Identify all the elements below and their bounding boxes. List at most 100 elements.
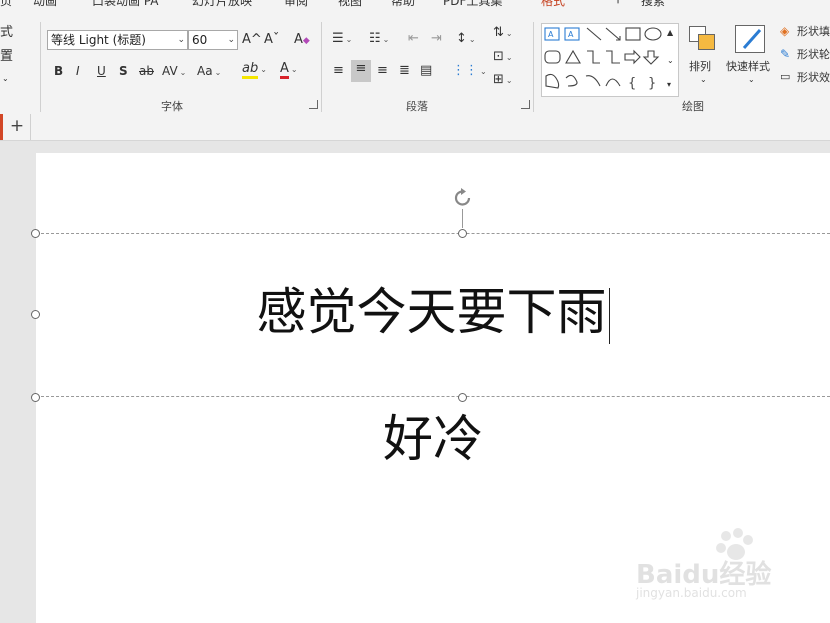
strikethrough-button[interactable]: ab [139,62,154,80]
subtitle-placeholder[interactable]: 好冷 [36,405,830,473]
line-spacing-button[interactable]: ↕ ⌄ [456,30,476,49]
chevron-down-icon[interactable]: ⌄ [700,71,707,89]
resize-handle-bottom-middle[interactable] [458,393,467,402]
align-center-button[interactable]: ≡ [351,60,371,82]
tab-help[interactable]: 帮助 [391,0,415,9]
scroll-down-icon[interactable]: ⌄ [667,52,674,70]
chevron-down-icon[interactable]: ⌄ [180,68,187,77]
change-case-label: Aa [197,64,213,78]
shapes-gallery[interactable]: A A { } [541,23,667,97]
columns-button[interactable]: ⋮⋮ ⌄ [452,62,487,81]
tab-review[interactable]: 审阅 [284,0,308,9]
smartart-icon: ⊞ [493,72,504,87]
font-size-combo[interactable]: 60 ⌄ [188,30,238,50]
underline-button[interactable]: U [97,62,106,80]
align-right-button[interactable]: ≡ [377,62,388,80]
dialog-launcher-icon[interactable] [521,100,530,109]
shrink-font-button[interactable]: Aˇ [264,31,279,49]
resize-handle-top-left[interactable] [31,229,40,238]
tab-pdf-tools[interactable]: PDF工具集 [443,0,502,9]
decrease-indent-button[interactable]: ⇤ [408,30,419,48]
shape-effects-button[interactable]: 形状效 [797,69,830,87]
left-cut-label-2[interactable]: 置 [0,48,13,66]
italic-button[interactable]: I [76,62,80,80]
ribbon: 式 置 ⌄ 等线 Light (标题) ⌄ 60 ⌄ A^ Aˇ A◆ B I … [0,10,830,115]
align-text-button[interactable]: ⊡ ⌄ [493,48,513,67]
decrease-indent-icon: ⇤ [408,31,419,46]
increase-indent-button[interactable]: ⇥ [431,30,442,48]
numbered-list-icon: ☷ [369,31,381,46]
clear-format-label: A [294,32,303,47]
active-tab-indicator [0,114,3,140]
chevron-down-icon[interactable]: ⌄ [291,65,298,74]
font-size-value: 60 [192,33,208,47]
smartart-button[interactable]: ⊞ ⌄ [493,71,513,90]
search-icon[interactable]: ⚲ [614,0,622,5]
rotate-handle-icon[interactable] [452,187,474,209]
tab-slideshow[interactable]: 幻灯片放映 [192,0,252,9]
font-name-combo[interactable]: 等线 Light (标题) ⌄ [47,30,188,50]
quick-styles-icon[interactable] [735,25,765,53]
distributed-button[interactable]: ▤ [420,62,432,80]
chevron-down-icon[interactable]: ⌄ [506,76,513,85]
gallery-scroll[interactable]: ▲ ⌄ ▾ [665,23,679,97]
align-left-button[interactable]: ≡ [333,62,344,80]
gallery-more-icon[interactable]: ▾ [667,76,671,94]
scroll-up-icon[interactable]: ▲ [667,24,673,42]
highlight-label: ab [242,61,259,79]
left-cut-dropdown-icon[interactable]: ⌄ [2,70,9,88]
shape-outline-button[interactable]: 形状轮 [797,46,830,64]
chevron-down-icon[interactable]: ⌄ [469,35,476,44]
tab-view[interactable]: 视图 [338,0,362,9]
bold-button[interactable]: B [54,62,63,80]
separator [533,22,534,112]
text-direction-button[interactable]: ⇅ ⌄ [493,24,513,43]
resize-handle-top-middle[interactable] [458,229,467,238]
font-group-label: 字体 [161,100,183,113]
tab-pocket-animation[interactable]: 口袋动画 PA [92,0,159,9]
chevron-down-icon[interactable]: ⌄ [215,68,222,77]
chevron-down-icon[interactable]: ⌄ [346,35,353,44]
tab-left-partial[interactable]: 页 [0,0,12,9]
dialog-launcher-icon[interactable] [309,100,318,109]
paint-bucket-icon: ◈ [780,24,790,38]
slide-canvas[interactable]: 感觉今天要下雨 好冷 Baidu经验 jingyan.baidu.com [31,153,830,623]
left-cut-label-1[interactable]: 式 [0,24,13,42]
add-tab-button[interactable]: + [4,114,31,140]
tab-animations[interactable]: 动画 [33,0,57,9]
font-color-button[interactable]: A ⌄ [280,60,298,79]
character-spacing-button[interactable]: AV ⌄ [162,62,186,82]
chevron-down-icon[interactable]: ⌄ [506,53,513,62]
ribbon-tab-row: 页 动画 口袋动画 PA 幻灯片放映 审阅 视图 帮助 PDF工具集 格式 ⚲ … [0,0,830,10]
align-center-icon: ≡ [355,61,367,76]
bullets-button[interactable]: ☰ ⌄ [332,30,352,49]
highlight-button[interactable]: ab ⌄ [242,60,267,79]
text-cursor [608,287,610,344]
title-placeholder[interactable]: 感觉今天要下雨 [36,233,830,397]
grow-font-button[interactable]: A^ [242,31,262,49]
resize-handle-middle-left[interactable] [31,310,40,319]
chevron-down-icon[interactable]: ⌄ [506,29,513,38]
tab-search[interactable]: 搜索 [641,0,665,9]
title-text-wrap: 感觉今天要下雨 [36,278,830,346]
svg-text:A: A [548,30,554,39]
tab-format[interactable]: 格式 [541,0,565,9]
resize-handle-bottom-left[interactable] [31,393,40,402]
chevron-down-icon[interactable]: ⌄ [748,71,755,89]
chevron-down-icon[interactable]: ⌄ [383,35,390,44]
slide-subtitle-text[interactable]: 好冷 [383,410,483,468]
chevron-down-icon[interactable]: ⌄ [480,67,487,76]
arrange-icon[interactable] [686,26,722,60]
change-case-button[interactable]: Aa ⌄ [197,62,221,82]
chevron-down-icon[interactable]: ⌄ [177,31,185,49]
shape-fill-button[interactable]: 形状填 [797,23,830,41]
slide-title-text[interactable]: 感觉今天要下雨 [257,283,607,341]
chevron-down-icon[interactable]: ⌄ [260,65,267,74]
distributed-icon: ▤ [420,63,433,78]
chevron-down-icon[interactable]: ⌄ [227,31,235,49]
clear-format-button[interactable]: A◆ [294,31,310,50]
text-shadow-button[interactable]: S [119,62,128,80]
separator [40,22,41,112]
justify-button[interactable]: ≣ [399,62,410,80]
numbering-button[interactable]: ☷ ⌄ [369,30,389,49]
